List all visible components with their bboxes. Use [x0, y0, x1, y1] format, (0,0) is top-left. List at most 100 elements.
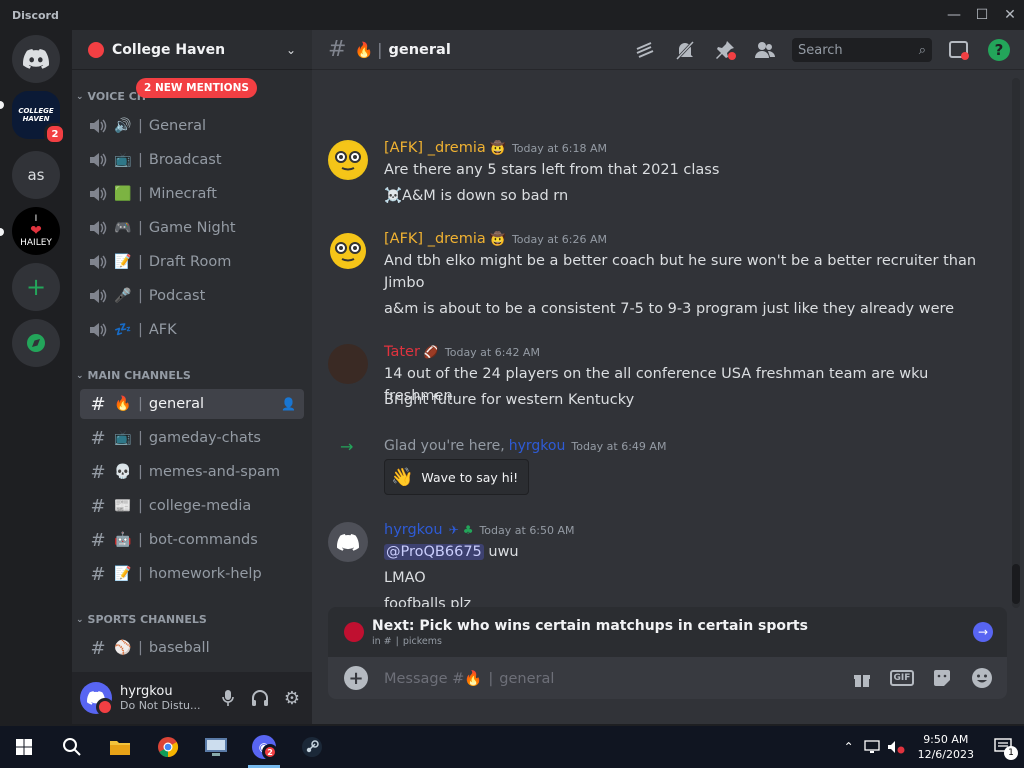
network-app-button[interactable] — [192, 726, 240, 768]
category-voice[interactable]: ⌄ VOICE CH — [76, 90, 146, 103]
sticker-button[interactable] — [929, 666, 955, 690]
message-author[interactable]: hyrgkou — [384, 522, 443, 538]
category-sports-channels[interactable]: ⌄ SPORTS CHANNELS — [76, 613, 207, 626]
channel-emoji: 🤖 — [114, 532, 132, 548]
channel-item-afk[interactable]: 💤 | AFK — [80, 315, 304, 345]
search-icon: ⌕ — [918, 42, 926, 58]
avatar[interactable] — [328, 140, 368, 180]
search-input[interactable]: Search ⌕ — [792, 38, 932, 62]
channel-title: general — [388, 41, 451, 58]
threads-button[interactable] — [632, 37, 658, 63]
channel-item-memes-and-spam[interactable]: # 💀 | memes-and-spam — [80, 457, 304, 487]
chevron-down-icon: ⌄ — [285, 42, 296, 57]
avatar[interactable] — [80, 682, 114, 716]
channel-item-bot-commands[interactable]: # 🤖 | bot-commands — [80, 525, 304, 555]
channel-item-minecraft[interactable]: 🟩 | Minecraft — [80, 179, 304, 209]
start-button[interactable] — [0, 726, 48, 768]
channel-item-baseball[interactable]: # ⚾ | baseball — [80, 633, 304, 663]
maximize-button[interactable]: ☐ — [968, 0, 996, 30]
member-list-button[interactable] — [752, 37, 778, 63]
emoji-button[interactable] — [969, 666, 995, 690]
volume-tray-button[interactable] — [884, 726, 908, 768]
server-hailey[interactable]: I ❤ HAILEY — [12, 207, 60, 255]
search-taskbar-button[interactable] — [48, 726, 96, 768]
channel-name: memes-and-spam — [148, 464, 281, 480]
channel-item-general[interactable]: 🔊 | General — [80, 111, 304, 141]
avatar[interactable] — [328, 344, 368, 384]
next-channel-bar[interactable]: Next: Pick who wins certain matchups in … — [328, 607, 1007, 657]
gift-button[interactable] — [849, 666, 875, 690]
channel-item-game-night[interactable]: 🎮 | Game Night — [80, 213, 304, 243]
scrollbar[interactable] — [1012, 78, 1020, 608]
channel-item-broadcast[interactable]: 📺 | Broadcast — [80, 145, 304, 175]
close-button[interactable]: ✕ — [996, 0, 1024, 30]
channel-name: bot-commands — [148, 532, 258, 548]
discord-badge: 2 — [262, 744, 278, 760]
message-author[interactable]: [AFK] _dremia — [384, 231, 486, 247]
invite-icon[interactable]: 👤 — [281, 397, 296, 411]
computer-icon — [205, 738, 227, 756]
gif-button[interactable]: GIF — [889, 666, 915, 690]
message-composer[interactable]: + Message #🔥 | general GIF — [328, 657, 1007, 699]
channel-name: Broadcast — [148, 152, 222, 168]
message-author[interactable]: [AFK] _dremia — [384, 140, 486, 156]
system-clock[interactable]: 9:50 AM 12/6/2023 — [918, 732, 974, 762]
channel-item-homework-help[interactable]: # 📝 | homework-help — [80, 559, 304, 589]
server-college-haven[interactable]: COLLEGE HAVEN 2 — [12, 91, 66, 145]
help-icon: ? — [988, 39, 1010, 61]
discord-taskbar-button[interactable]: ◉2 — [240, 726, 288, 768]
speaker-icon — [88, 118, 108, 134]
message-input[interactable]: Message #🔥 | general — [384, 670, 554, 687]
minimize-button[interactable]: — — [940, 0, 968, 30]
server-name: College Haven — [112, 41, 226, 58]
settings-button[interactable]: ⚙ — [280, 686, 304, 710]
channel-emoji: 🔥 — [114, 396, 132, 412]
avatar[interactable] — [328, 231, 368, 271]
action-center-button[interactable]: 1 — [984, 726, 1024, 768]
file-explorer-button[interactable] — [96, 726, 144, 768]
channel-name: general — [148, 396, 205, 412]
channel-emoji: 🔥 — [464, 670, 483, 687]
user-mention[interactable]: @ProQB6675 — [384, 544, 484, 560]
scrollbar-thumb[interactable] — [1012, 564, 1020, 604]
window-title: Discord — [12, 8, 59, 22]
new-mentions-pill[interactable]: 2 NEW MENTIONS — [136, 78, 257, 98]
channel-item-draft-room[interactable]: 📝 | Draft Room — [80, 247, 304, 277]
add-server-button[interactable]: + — [12, 263, 60, 311]
go-to-channel-button[interactable]: → — [973, 622, 993, 642]
network-tray-button[interactable] — [860, 726, 884, 768]
category-main-channels[interactable]: ⌄ MAIN CHANNELS — [76, 369, 191, 382]
channel-item-podcast[interactable]: 🎤 | Podcast — [80, 281, 304, 311]
tray-chevron-button[interactable]: ⌃ — [838, 726, 860, 768]
nerd-face-icon — [330, 142, 366, 178]
channel-item-general[interactable]: # 🔥 | general 👤 — [80, 389, 304, 419]
message-text: Are there any 5 stars left from that 202… — [384, 162, 720, 178]
message-text: And tbh elko might be a better coach but… — [384, 253, 977, 291]
speaker-icon — [88, 186, 108, 202]
user-status: Do Not Distu... — [120, 699, 201, 712]
home-button[interactable] — [12, 35, 60, 83]
upload-button[interactable]: + — [344, 666, 368, 690]
server-header[interactable]: College Haven ⌄ — [72, 30, 312, 70]
channel-item-gameday-chats[interactable]: # 📺 | gameday-chats — [80, 423, 304, 453]
inbox-button[interactable] — [946, 37, 972, 63]
microphone-icon — [222, 690, 234, 706]
avatar[interactable] — [328, 522, 368, 562]
chrome-button[interactable] — [144, 726, 192, 768]
discover-button[interactable] — [12, 319, 60, 367]
wave-button[interactable]: 👋 Wave to say hi! — [384, 459, 530, 495]
bell-muted-icon — [675, 40, 695, 61]
joined-user[interactable]: hyrgkou — [509, 438, 566, 454]
channel-name: Podcast — [148, 288, 206, 304]
server-as[interactable]: as — [12, 151, 60, 199]
notification-settings-button[interactable] — [672, 37, 698, 63]
microphone-button[interactable] — [216, 686, 240, 710]
headphones-button[interactable] — [248, 686, 272, 710]
hash-icon: # — [90, 637, 106, 659]
help-button[interactable]: ? — [986, 37, 1012, 63]
channel-name: baseball — [148, 640, 210, 656]
message-author[interactable]: Tater — [384, 344, 420, 360]
pinned-messages-button[interactable] — [712, 37, 738, 63]
channel-item-college-media[interactable]: # 📰 | college-media — [80, 491, 304, 521]
steam-button[interactable] — [288, 726, 336, 768]
